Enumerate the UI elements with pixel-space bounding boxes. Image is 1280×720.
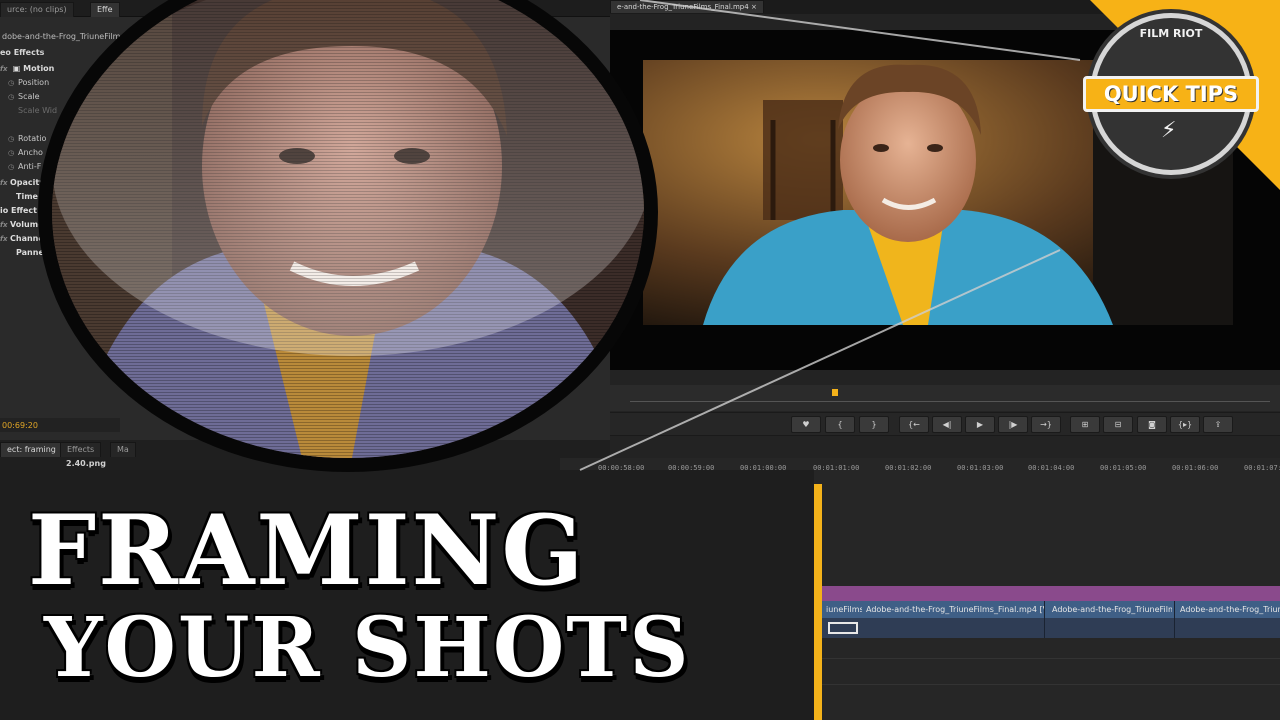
stopwatch-icon[interactable]: ◷ [8,133,18,146]
fx-antiflicker-row[interactable]: ◷ Anti-F [8,160,41,173]
clip-label[interactable]: Adobe-and-the-Frog_TriuneFilms_Final.mp4… [866,603,1044,617]
track-separator [814,684,1280,685]
clip-label[interactable]: iuneFilms [826,603,862,617]
fx-rotation-row[interactable]: ◷ Rotatio [8,132,46,145]
clip-label[interactable]: Adobe-and-the-Frog_TriuneFilm [1180,603,1280,617]
magnified-face-image [52,0,644,458]
stopwatch-icon[interactable]: ◷ [8,77,18,90]
fx-opacity-row[interactable]: fx Opacity [0,176,44,189]
audio-clip-bar[interactable] [814,586,1280,601]
fx-position-row[interactable]: ◷ Position [8,76,49,89]
video-effects-heading: eo Effects [0,48,45,57]
motion-icon: ▣ [12,64,21,73]
lightning-icon: ⚡ [1161,118,1177,143]
track-separator [814,658,1280,659]
title-banner: FRAMING YOUR SHOTS [0,470,814,720]
video-clip-track-lower[interactable] [814,618,1280,638]
timeline-tracks[interactable] [814,484,1280,720]
fx-channel-row[interactable]: fx Channe [0,232,44,245]
stopwatch-icon[interactable]: ◷ [8,91,18,104]
clip-label[interactable]: Adobe-and-the-Frog_TriuneFilm [1052,603,1172,617]
fx-volume-row[interactable]: fx Volume [0,218,43,231]
audio-effects-heading: io Effect [0,206,37,215]
effect-timecode[interactable]: 00:69:20 [2,421,38,430]
film-riot-logo: FILM RIOT [1139,27,1203,40]
stopwatch-icon[interactable]: ◷ [8,161,18,174]
fx-motion-row[interactable]: fx ▣ Motion [0,62,54,75]
selected-clip-outline[interactable] [828,622,858,634]
title-line-1: FRAMING [28,494,586,607]
timeline-playhead[interactable] [814,484,822,720]
project-file-name[interactable]: 2.40.png [66,459,106,468]
stopwatch-icon[interactable]: ◷ [8,147,18,160]
tab-effects[interactable]: Effects [60,442,102,457]
clip-divider [1174,601,1175,638]
fx-scale-row[interactable]: ◷ Scale [8,90,40,103]
tab-media[interactable]: Ma [110,442,136,457]
fx-scale-width-row: Scale Wid [18,106,58,115]
quick-tips-badge: FILM RIOT QUICK TIPS ⚡ [1083,13,1259,175]
tab-project[interactable]: ect: framing [0,442,63,457]
clip-divider [1044,601,1045,638]
tab-source[interactable]: urce: (no clips) [0,2,74,17]
title-line-2: YOUR SHOTS [44,600,691,696]
sequence-name: dobe-and-the-Frog_TriuneFilm [2,32,121,41]
quick-tips-label: QUICK TIPS [1083,76,1259,112]
tab-effect-controls[interactable]: Effe [90,2,120,17]
fx-anchor-row[interactable]: ◷ Ancho [8,146,43,159]
